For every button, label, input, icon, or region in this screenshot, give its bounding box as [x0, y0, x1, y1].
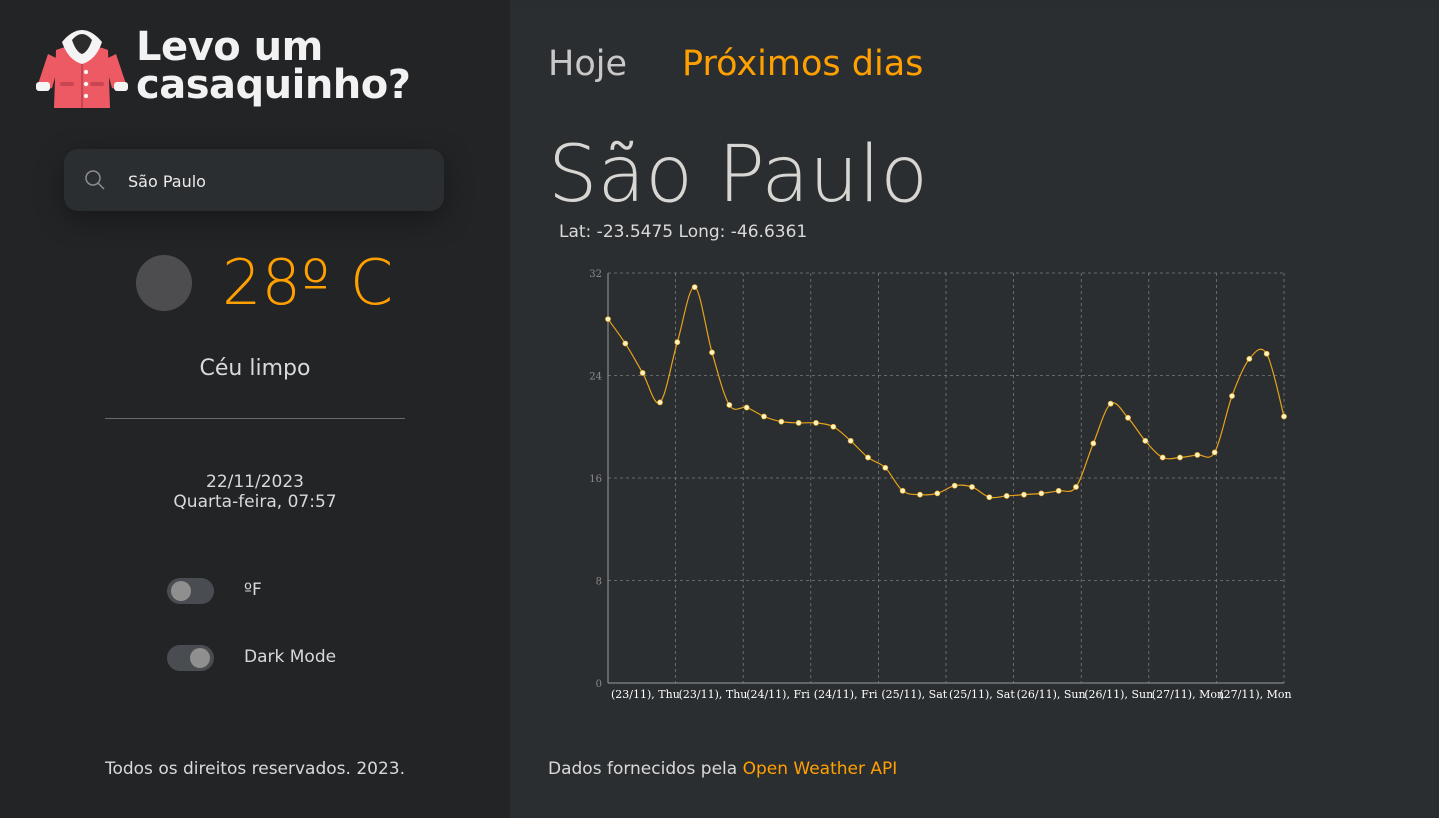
- data-source-text: Dados fornecidos pela Open Weather API: [548, 759, 897, 779]
- search-box[interactable]: [64, 149, 444, 211]
- data-point: [1055, 487, 1062, 494]
- toggle-knob: [190, 648, 210, 668]
- data-point: [865, 454, 871, 461]
- x-tick-label: (23/11), Thu: [679, 688, 748, 701]
- x-tick-label: (27/11), Mon: [1152, 688, 1224, 701]
- tab-proximos-dias[interactable]: Próximos dias: [682, 44, 923, 84]
- data-source-prefix: Dados fornecidos pela: [548, 759, 743, 779]
- data-point: [847, 437, 854, 444]
- data-point: [622, 340, 629, 347]
- app-title-line2: casaquinho?: [136, 62, 411, 108]
- data-point: [605, 316, 611, 323]
- data-point: [1194, 452, 1201, 458]
- data-point: [657, 399, 663, 406]
- data-point: [1263, 350, 1270, 357]
- city-title: São Paulo: [548, 130, 928, 220]
- data-point: [1177, 454, 1183, 461]
- data-point: [1159, 454, 1166, 461]
- main-panel: Hoje Próximos dias São Paulo Lat: -23.54…: [510, 6, 1434, 814]
- data-point: [1211, 449, 1218, 456]
- data-point: [986, 494, 993, 501]
- date-text: 22/11/2023: [206, 472, 304, 492]
- y-tick-label: 0: [596, 679, 602, 690]
- weekday-time-text: Quarta-feira, 07:57: [173, 492, 337, 512]
- x-tick-label: (26/11), Sun: [1084, 688, 1153, 701]
- toggle-knob: [171, 581, 191, 601]
- data-point: [1021, 491, 1027, 498]
- app-title-line1: Levo um: [136, 24, 323, 70]
- data-point: [813, 420, 819, 426]
- open-weather-link[interactable]: Open Weather API: [743, 759, 898, 779]
- data-point: [1107, 400, 1114, 407]
- data-point: [917, 491, 923, 498]
- coordinates-text: Lat: -23.5475 Long: -46.6361: [559, 222, 808, 242]
- data-point: [934, 490, 941, 497]
- data-point: [1246, 355, 1253, 362]
- data-point: [1090, 440, 1097, 447]
- data-point: [882, 464, 889, 471]
- x-tick-label: (27/11), Mon: [1219, 688, 1291, 701]
- x-tick-label: (26/11), Sun: [1017, 688, 1086, 701]
- copyright-text: Todos os direitos reservados. 2023.: [104, 759, 406, 779]
- tab-hoje[interactable]: Hoje: [548, 44, 627, 84]
- app-title: Levo um casaquinho?: [136, 24, 411, 108]
- forecast-chart: 08162432(23/11), Thu(23/11), Thu(24/11),…: [589, 269, 1291, 701]
- data-point: [1281, 413, 1287, 420]
- data-point: [1125, 414, 1131, 421]
- x-tick-label: (24/11), Fri: [746, 688, 810, 701]
- data-point: [674, 339, 681, 346]
- fahrenheit-label: ºF: [244, 580, 262, 600]
- x-tick-label: (24/11), Fri: [814, 688, 878, 701]
- data-point: [1073, 484, 1079, 490]
- data-point: [1038, 490, 1045, 497]
- data-point: [899, 487, 906, 494]
- search-input[interactable]: [126, 165, 430, 197]
- dark-mode-label: Dark Mode: [244, 647, 337, 667]
- data-point: [691, 284, 698, 290]
- weather-icon: [136, 255, 192, 311]
- data-point: [1229, 393, 1235, 399]
- x-tick-label: (23/11), Thu: [611, 688, 680, 701]
- y-tick-label: 8: [596, 577, 602, 588]
- fahrenheit-toggle[interactable]: [167, 578, 214, 604]
- data-point: [709, 349, 715, 356]
- y-tick-label: 24: [589, 372, 602, 383]
- x-tick-label: (25/11), Sat: [881, 688, 947, 701]
- current-temperature: 28º C: [222, 246, 394, 319]
- data-point: [726, 402, 733, 408]
- data-point: [969, 484, 975, 490]
- sidebar: Levo um casaquinho? 28º C Céu limpo 22/1…: [0, 0, 510, 818]
- data-point: [830, 423, 837, 430]
- coat-icon: [34, 20, 130, 112]
- data-point: [778, 418, 785, 425]
- dark-mode-toggle[interactable]: [167, 645, 214, 671]
- current-date: 22/11/2023 Quarta-feira, 07:57: [0, 472, 510, 512]
- data-point: [743, 404, 750, 411]
- data-point: [1142, 437, 1149, 444]
- y-tick-label: 32: [589, 269, 602, 280]
- data-point: [1003, 493, 1010, 499]
- search-icon: [84, 169, 106, 191]
- x-tick-label: (25/11), Sat: [949, 688, 1015, 701]
- y-tick-label: 16: [589, 474, 602, 485]
- weather-description: Céu limpo: [199, 356, 311, 381]
- divider: [105, 418, 405, 419]
- data-point: [761, 413, 767, 420]
- data-point: [639, 370, 646, 376]
- data-point: [795, 420, 802, 426]
- data-point: [951, 482, 958, 489]
